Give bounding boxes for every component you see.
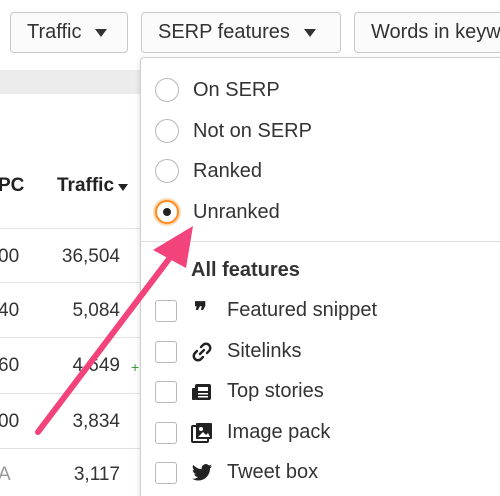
row-divider [0, 282, 150, 283]
svg-text:❞: ❞ [194, 301, 207, 321]
serp-features-filter-label: SERP features [158, 21, 290, 43]
feature-label: Featured snippet [227, 299, 378, 321]
cpc-cell: 00 [0, 411, 20, 432]
cpc-cell: 60 [0, 355, 20, 376]
checkbox[interactable] [155, 380, 177, 403]
traffic-cell: 36,504 [61, 246, 120, 267]
traffic-cell: 5,084 [72, 300, 120, 321]
cpc-column-header[interactable]: PC [0, 175, 24, 197]
feature-tweet-box[interactable]: Tweet box [155, 461, 318, 484]
radio-option-label: Ranked [193, 159, 262, 182]
radio-option-label: Not on SERP [193, 119, 312, 142]
all-features-label: All features [191, 259, 300, 281]
row-divider [0, 228, 150, 229]
radio-button[interactable] [155, 159, 179, 183]
checkbox[interactable] [155, 299, 177, 322]
serp-features-dropdown: On SERP Not on SERP Ranked Unranked All … [140, 57, 500, 496]
cpc-cell: 40 [0, 300, 20, 321]
feature-label: Tweet box [227, 461, 319, 483]
checkbox[interactable] [155, 461, 177, 484]
traffic-cell: 3,834 [72, 411, 120, 432]
feature-label: Image pack [227, 421, 331, 443]
feature-sitelinks[interactable]: Sitelinks [155, 340, 301, 363]
feature-label: Top stories [227, 380, 324, 402]
caret-down-icon [95, 28, 108, 37]
row-divider [0, 448, 150, 449]
radio-button-selected[interactable] [155, 200, 179, 224]
feature-top-stories[interactable]: Top stories [155, 380, 324, 403]
radio-option-label: Unranked [193, 200, 280, 223]
traffic-column-label: Traffic [57, 175, 115, 196]
sort-caret-icon [118, 183, 129, 191]
radio-button[interactable] [155, 78, 179, 102]
image-pack-icon [191, 422, 213, 444]
traffic-cell: 4,649 [72, 355, 120, 376]
row-divider [0, 393, 150, 394]
traffic-filter-button[interactable]: Traffic [10, 12, 128, 53]
all-features-checkbox[interactable]: All features [155, 259, 300, 282]
traffic-cell: 3,117 [73, 464, 120, 485]
dropdown-divider [141, 241, 500, 242]
feature-featured-snippet[interactable]: ❞ Featured snippet [155, 299, 377, 322]
checkbox[interactable] [155, 421, 177, 444]
feature-image-pack[interactable]: Image pack [155, 421, 330, 444]
caret-down-icon [303, 28, 316, 37]
radio-option-label: On SERP [193, 78, 280, 101]
radio-option-on-serp[interactable]: On SERP [155, 78, 280, 102]
radio-option-unranked[interactable]: Unranked [155, 200, 280, 224]
cpc-cell: 00 [0, 246, 20, 267]
quote-icon: ❞ [191, 300, 213, 322]
toolbar-strip [0, 70, 150, 94]
twitter-bird-icon [191, 462, 213, 484]
words-in-keyword-filter-label: Words in keyw [371, 21, 500, 43]
checkbox[interactable] [155, 340, 177, 363]
words-in-keyword-filter-button[interactable]: Words in keyw [354, 12, 500, 53]
serp-features-filter-button[interactable]: SERP features [141, 12, 341, 53]
radio-button[interactable] [155, 119, 179, 143]
checkbox[interactable] [155, 259, 177, 282]
traffic-filter-label: Traffic [27, 21, 82, 43]
cpc-cell: A [0, 464, 11, 485]
link-icon [191, 341, 213, 363]
newspaper-icon [191, 381, 213, 403]
radio-option-not-on-serp[interactable]: Not on SERP [155, 119, 312, 143]
traffic-column-header[interactable]: Traffic [57, 175, 129, 197]
radio-option-ranked[interactable]: Ranked [155, 159, 262, 183]
feature-label: Sitelinks [227, 340, 302, 362]
traffic-delta: + [131, 359, 140, 375]
row-divider [0, 337, 150, 338]
